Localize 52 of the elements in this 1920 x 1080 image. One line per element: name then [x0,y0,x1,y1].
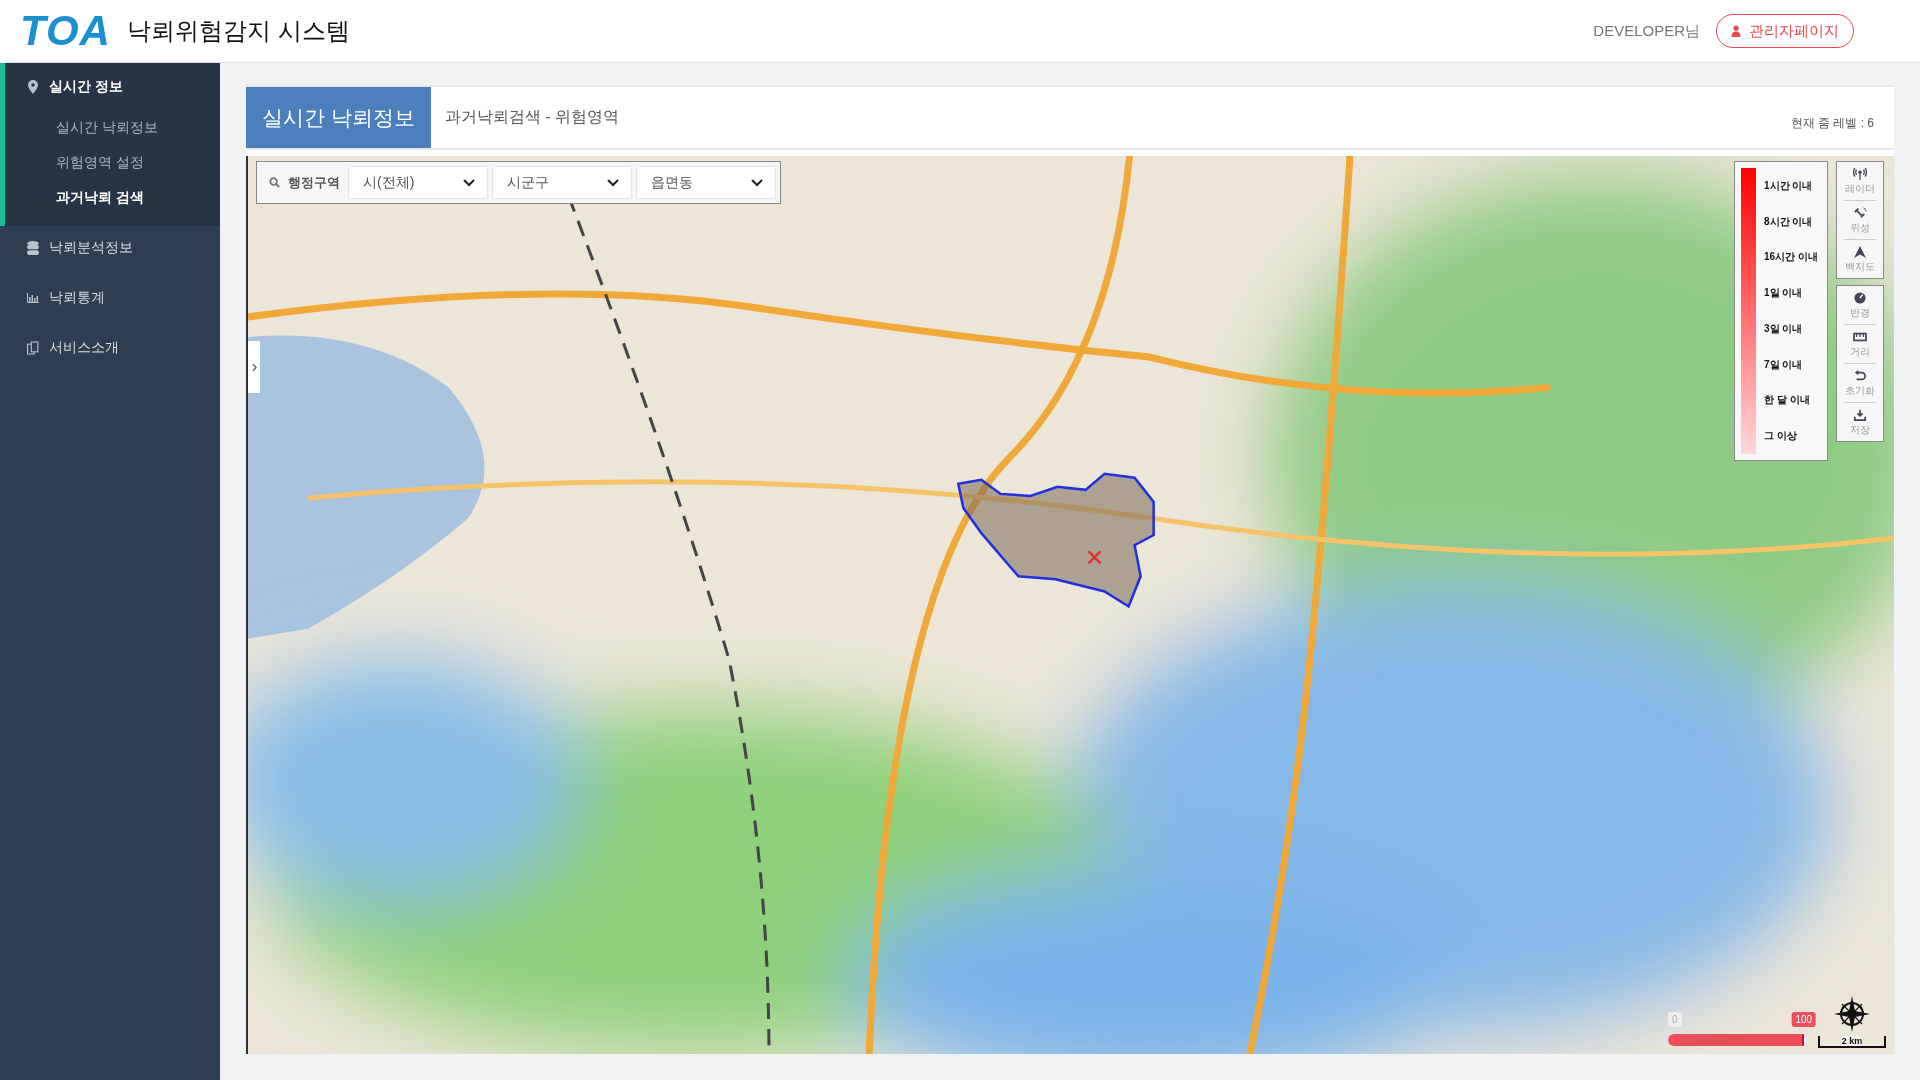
legend-label: 그 이상 [1764,429,1798,444]
chevron-down-icon [751,178,763,187]
strike-marker-icon [1087,549,1102,565]
region-dropdown[interactable]: 시군구 [492,166,632,199]
user-name: DEVELOPER님 [1593,21,1700,41]
legend-label: 8시간 이내 [1764,214,1814,229]
region-dropdown[interactable]: 시(전체) [348,166,488,199]
sidebar-item[interactable]: 낙뢰분석정보 [5,226,220,270]
pin-icon [27,80,39,94]
legend-label: 1일 이내 [1764,286,1804,301]
submenu-item[interactable]: 위험영역 설정 [5,146,220,181]
app-title: 낙뢰위험감지 시스템 [126,16,350,46]
slider-value-badge: 100 [1791,1012,1817,1027]
sidebar-item[interactable]: 서비스소개 [5,326,220,370]
scale-label: 2 km [1841,1036,1863,1046]
copy-icon [27,341,39,355]
slider-min-label: 0 [1668,1012,1682,1027]
legend-label: 16시간 이내 [1764,250,1818,265]
arrow-icon [1853,246,1867,258]
bar-chart-icon [27,291,39,305]
legend-label: 3일 이내 [1764,321,1804,336]
menu-label: 낙뢰통계 [49,289,105,307]
undo-icon [1853,370,1867,382]
submenu-item[interactable]: 과거낙뢰 검색 [5,181,220,216]
region-dropdown[interactable]: 읍면동 [636,166,776,199]
download-icon [1853,409,1867,421]
menu-label: 서비스소개 [49,339,119,357]
opacity-slider[interactable] [1668,1034,1808,1046]
search-label: 행정구역 [288,173,340,192]
gauge-icon [1853,292,1867,304]
sidebar-item[interactable]: 실시간 정보 [5,63,220,111]
submenu-item[interactable]: 실시간 낙뢰정보 [5,111,220,146]
breadcrumb: 과거낙뢰검색 - 위험영역 [444,107,620,127]
sidebar-toggle-button[interactable] [248,341,260,393]
page-tab[interactable]: 실시간 낙뢰정보 [246,87,431,148]
chevron-down-icon [463,178,475,187]
legend-label: 7일 이내 [1764,357,1804,372]
menu-label: 실시간 정보 [49,78,123,96]
chevron-down-icon [607,178,619,187]
zoom-level-text: 현재 줌 레벨 : 6 [1790,115,1874,132]
chevron-right-icon [251,362,257,372]
user-icon [1731,25,1741,37]
search-icon [269,177,280,188]
logo: TOA [20,7,111,55]
legend-label: 한 달 이내 [1764,393,1811,408]
menu-label: 낙뢰분석정보 [49,239,133,257]
sidebar-item[interactable]: 낙뢰통계 [5,276,220,320]
admin-page-button[interactable]: 관리자페이지 [1716,14,1854,48]
legend-label: 1시간 이내 [1764,178,1814,193]
antenna-icon [1853,168,1867,180]
ruler-icon [1853,331,1867,343]
database-icon [27,241,39,255]
